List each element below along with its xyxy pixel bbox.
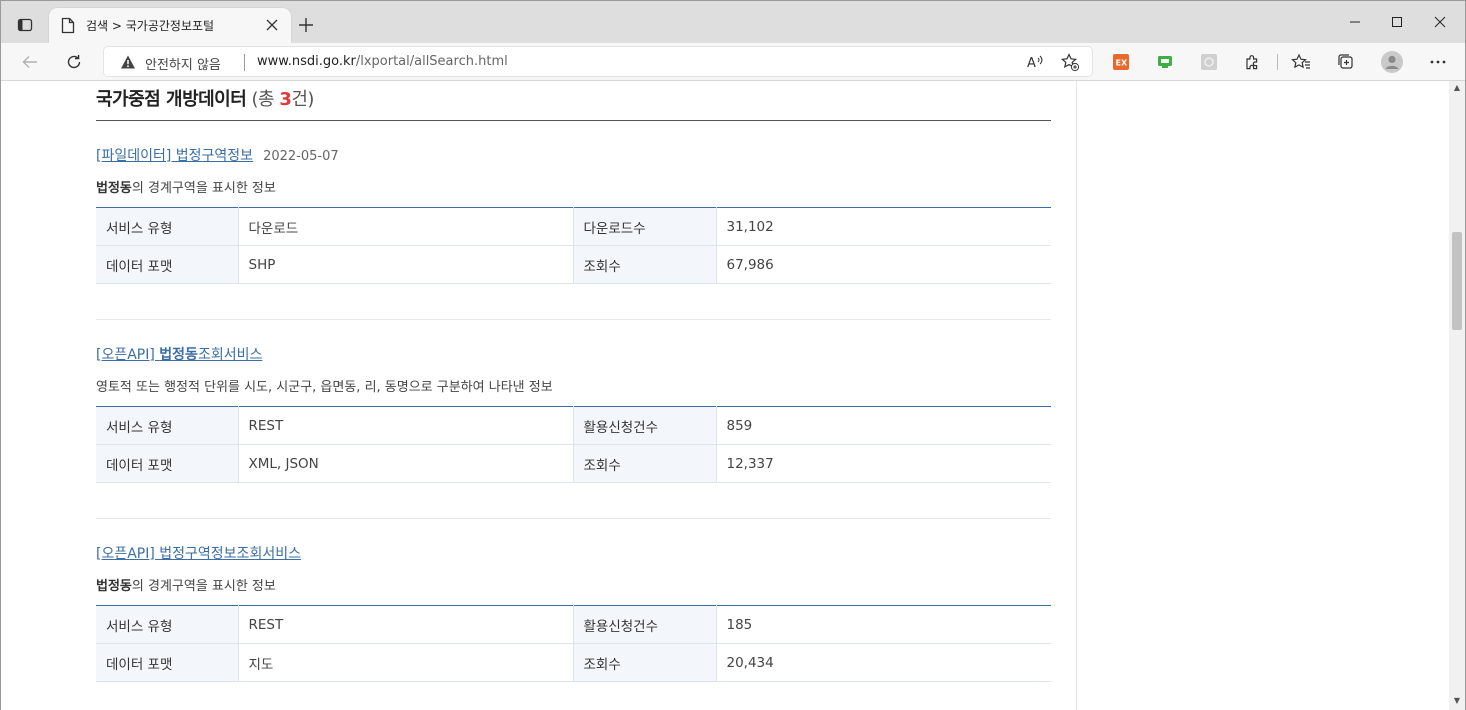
title-keyword: 법정동 bbox=[159, 347, 198, 363]
scroll-down-icon[interactable]: ▼ bbox=[1452, 696, 1462, 706]
count-number: 3 bbox=[279, 89, 292, 110]
meta-key: 서비스 유형 bbox=[96, 605, 239, 644]
count-prefix: (총 bbox=[246, 89, 280, 110]
result-meta-table: 서비스 유형 REST 활용신청건수 859 데이터 포맷 XML, JSON … bbox=[96, 406, 1051, 483]
meta-key: 데이터 포맷 bbox=[96, 643, 239, 682]
section-title: 국가중점 개방데이터 (총 3건) bbox=[96, 85, 314, 111]
meta-value: 다운로드 bbox=[238, 207, 573, 246]
refresh-icon[interactable] bbox=[61, 49, 87, 75]
result-count: (총 3건) bbox=[246, 89, 315, 110]
result-title-link[interactable]: [파일데이터] 법정구역정보 bbox=[96, 148, 253, 164]
tab-bar: 검색 > 국가공간정보포털 bbox=[1, 1, 1465, 43]
address-bar[interactable]: 안전하지 않음 www.nsdi.go.kr/lxportal/allSearc… bbox=[103, 46, 1093, 77]
result-title-link[interactable]: [오픈API] 법정동조회서비스 bbox=[96, 347, 262, 363]
security-label[interactable]: 안전하지 않음 bbox=[145, 54, 221, 73]
maximize-icon[interactable] bbox=[1382, 9, 1412, 35]
table-row: 서비스 유형 REST 활용신청건수 185 bbox=[96, 605, 1051, 644]
scroll-up-icon[interactable]: ▲ bbox=[1452, 83, 1462, 93]
minimize-icon[interactable] bbox=[1340, 9, 1370, 35]
result-title-link[interactable]: [오픈API] 법정구역정보조회서비스 bbox=[96, 546, 301, 562]
vertical-scrollbar[interactable]: ▲ ▼ bbox=[1449, 81, 1465, 710]
description-text: 의 경계구역을 표시한 정보 bbox=[131, 579, 276, 594]
meta-value: 859 bbox=[716, 406, 1051, 445]
result-date: 2022-05-07 bbox=[263, 149, 339, 164]
favorite-add-icon[interactable] bbox=[1060, 52, 1080, 72]
close-icon[interactable] bbox=[263, 16, 281, 34]
meta-value: XML, JSON bbox=[238, 444, 573, 483]
more-icon[interactable] bbox=[1428, 52, 1448, 72]
table-row: 서비스 유형 다운로드 다운로드수 31,102 bbox=[96, 207, 1051, 246]
meta-key: 데이터 포맷 bbox=[96, 245, 239, 284]
meta-value: 31,102 bbox=[716, 207, 1051, 246]
meta-key: 데이터 포맷 bbox=[96, 444, 239, 483]
item-divider bbox=[96, 518, 1051, 519]
count-suffix: 건) bbox=[291, 89, 314, 110]
profile-icon[interactable] bbox=[1381, 51, 1403, 73]
section-rule bbox=[96, 120, 1051, 121]
meta-key: 활용신청건수 bbox=[572, 406, 717, 445]
result-meta-table: 서비스 유형 REST 활용신청건수 185 데이터 포맷 지도 조회수 20,… bbox=[96, 605, 1051, 682]
back-arrow-icon[interactable] bbox=[17, 49, 43, 75]
item-divider bbox=[96, 319, 1051, 320]
collections-icon[interactable] bbox=[1336, 52, 1356, 72]
address-separator bbox=[244, 54, 245, 71]
meta-key: 서비스 유형 bbox=[96, 207, 239, 246]
extension-gray-icon[interactable] bbox=[1199, 52, 1219, 72]
table-row: 데이터 포맷 XML, JSON 조회수 12,337 bbox=[96, 444, 1051, 483]
result-item: [오픈API] 법정구역정보조회서비스 법정동의 경계구역을 표시한 정보 서비… bbox=[96, 543, 1051, 682]
page-content: 국가중점 개방데이터 (총 3건) [파일데이터] 법정구역정보 2022-05-… bbox=[1, 81, 1449, 710]
meta-value: 67,986 bbox=[716, 245, 1051, 284]
address-toolbar: 안전하지 않음 www.nsdi.go.kr/lxportal/allSearc… bbox=[1, 43, 1465, 81]
active-tab[interactable]: 검색 > 국가공간정보포털 bbox=[49, 8, 291, 43]
meta-value: 20,434 bbox=[716, 643, 1051, 682]
browser-window: 검색 > 국가공간정보포털 안전하지 않음 www.nsdi.go.kr/lxp… bbox=[0, 0, 1466, 710]
meta-key: 조회수 bbox=[572, 245, 717, 284]
description-keyword: 법정동 bbox=[96, 579, 132, 594]
meta-value: REST bbox=[238, 406, 573, 445]
meta-key: 서비스 유형 bbox=[96, 406, 239, 445]
tab-actions-icon[interactable] bbox=[13, 13, 37, 37]
table-row: 서비스 유형 REST 활용신청건수 859 bbox=[96, 406, 1051, 445]
extension-green-icon[interactable] bbox=[1155, 52, 1175, 72]
result-description: 법정동의 경계구역을 표시한 정보 bbox=[96, 177, 276, 196]
result-item: [파일데이터] 법정구역정보 2022-05-07 법정동의 경계구역을 표시한 … bbox=[96, 145, 1051, 284]
toolbar-separator bbox=[1277, 54, 1278, 70]
warning-icon[interactable] bbox=[120, 54, 136, 70]
scroll-thumb[interactable] bbox=[1452, 232, 1462, 330]
page-icon bbox=[61, 17, 75, 34]
favorites-icon[interactable] bbox=[1291, 52, 1311, 72]
url-path: /lxportal/allSearch.html bbox=[355, 54, 508, 69]
read-aloud-icon[interactable]: A bbox=[1026, 52, 1046, 72]
result-meta-table: 서비스 유형 다운로드 다운로드수 31,102 데이터 포맷 SHP 조회수 … bbox=[96, 207, 1051, 284]
title-rest: 조회서비스 bbox=[197, 347, 263, 363]
meta-key: 조회수 bbox=[572, 643, 717, 682]
svg-text:A: A bbox=[1027, 56, 1036, 70]
extension-ex-icon[interactable]: EX bbox=[1111, 52, 1131, 72]
meta-value: 12,337 bbox=[716, 444, 1051, 483]
section-title-text: 국가중점 개방데이터 bbox=[96, 89, 247, 110]
tab-title: 검색 > 국가공간정보포털 bbox=[86, 19, 215, 33]
meta-value: 지도 bbox=[238, 643, 573, 682]
meta-key: 조회수 bbox=[572, 444, 717, 483]
puzzle-icon[interactable] bbox=[1243, 52, 1263, 72]
sidebar-divider bbox=[1076, 81, 1077, 710]
result-description: 영토적 또는 행정적 단위를 시도, 시군구, 읍면동, 리, 동명으로 구분하… bbox=[96, 380, 553, 395]
result-description: 법정동의 경계구역을 표시한 정보 bbox=[96, 575, 276, 594]
meta-key: 활용신청건수 bbox=[572, 605, 717, 644]
window-close-icon[interactable] bbox=[1425, 9, 1455, 35]
table-row: 데이터 포맷 지도 조회수 20,434 bbox=[96, 643, 1051, 682]
meta-value: 185 bbox=[716, 605, 1051, 644]
result-item: [오픈API] 법정동조회서비스 영토적 또는 행정적 단위를 시도, 시군구,… bbox=[96, 344, 1051, 483]
meta-value: REST bbox=[238, 605, 573, 644]
meta-key: 다운로드수 bbox=[572, 207, 717, 246]
svg-text:EX: EX bbox=[1116, 59, 1128, 68]
title-prefix: [오픈API] bbox=[96, 347, 160, 363]
url-host: www.nsdi.go.kr bbox=[257, 54, 356, 69]
table-row: 데이터 포맷 SHP 조회수 67,986 bbox=[96, 245, 1051, 284]
url-text[interactable]: www.nsdi.go.kr/lxportal/allSearch.html bbox=[257, 54, 508, 69]
plus-icon[interactable] bbox=[295, 14, 317, 36]
meta-value: SHP bbox=[238, 245, 573, 284]
description-keyword: 법정동 bbox=[96, 181, 132, 196]
description-text: 의 경계구역을 표시한 정보 bbox=[131, 181, 276, 196]
